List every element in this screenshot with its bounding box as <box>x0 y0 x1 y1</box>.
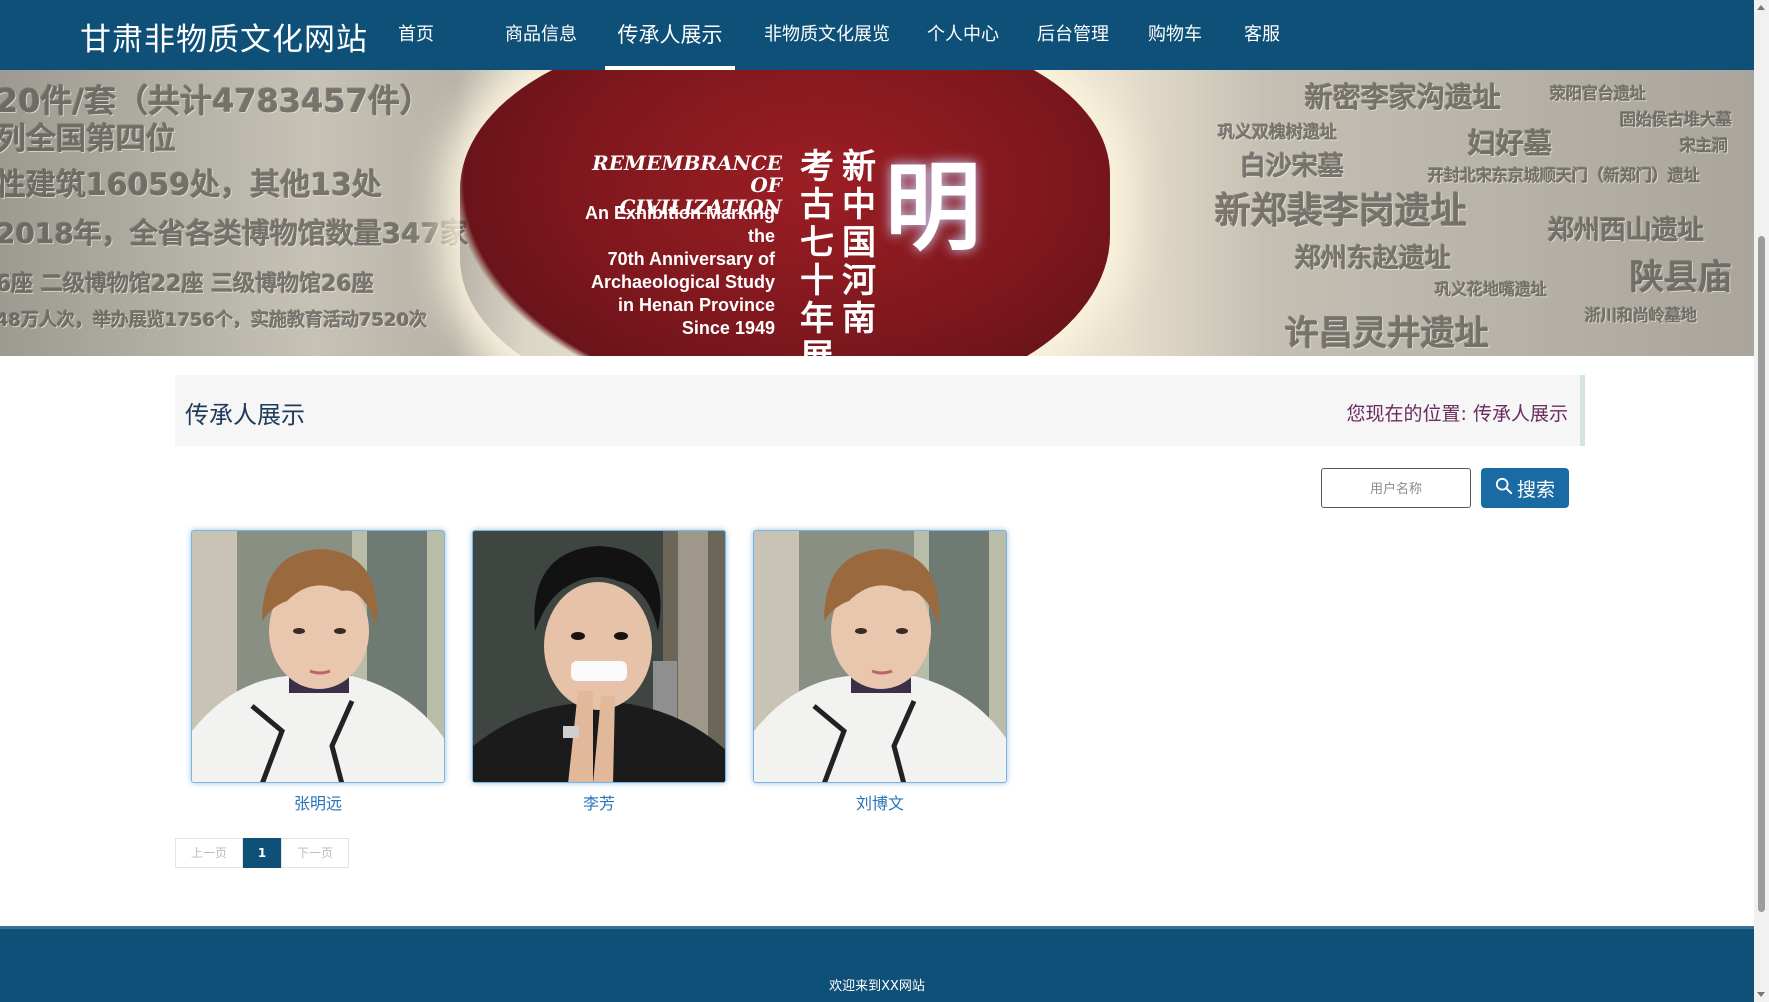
banner-subtitle-line: in Henan Province <box>617 295 775 315</box>
portrait-white-jacket-image <box>754 531 1006 782</box>
banner-english-title-line: REMEMBRANCE <box>592 151 782 175</box>
nav-item-cart[interactable]: 购物车 <box>1140 0 1210 70</box>
nav-item-exhibition[interactable]: 非物质文化展览 <box>762 0 892 70</box>
search-button-label: 搜索 <box>1516 478 1555 501</box>
nav-item-customer-service[interactable]: 客服 <box>1228 0 1296 70</box>
top-navbar: 甘肃非物质文化网站 首页 商品信息 传承人展示 非物质文化展览 个人中心 后台管… <box>0 0 1754 70</box>
breadcrumb-current[interactable]: 传承人展示 <box>1473 403 1568 425</box>
banner-wall-text: 郑州东赵遗址 <box>1295 244 1452 274</box>
banner-wall-text: 性建筑16059处，其他13处 <box>0 168 383 203</box>
inheritor-card-photo[interactable] <box>472 530 726 783</box>
banner-chinese-vertical-title: 考古七十年展 新中国河南 <box>800 148 880 356</box>
banner-wall-text: 新密李家沟遗址 <box>1305 81 1502 114</box>
inheritor-card-photo[interactable] <box>191 530 445 783</box>
pagination-prev-button[interactable]: 上一页 <box>175 838 243 868</box>
banner-wall-text: 巩义双槐树遗址 <box>1218 123 1337 143</box>
banner-wall-text: 2018年，全省各类博物馆数量347家 <box>0 217 469 250</box>
search-input[interactable] <box>1321 468 1471 508</box>
pagination: 上一页 1 下一页 <box>175 838 349 868</box>
banner-wall-text: 固始侯古堆大墓 <box>1620 110 1733 129</box>
inheritor-name[interactable]: 李芳 <box>472 790 726 814</box>
banner-wall-text: 郑州西山遗址 <box>1548 216 1705 246</box>
vertical-scrollbar[interactable] <box>1754 0 1769 1002</box>
banner-map-shape <box>460 70 1110 356</box>
banner-wall-text: 荥阳官台遗址 <box>1550 84 1647 103</box>
banner-chinese-column: 新中国河南 <box>842 147 876 339</box>
banner-subtitle-line: An Exhibition Marking the <box>584 203 775 246</box>
banner-wall-text: 48万人次，举办展览1756个，实施教育活动7520次 <box>0 310 428 331</box>
scroll-up-arrow-icon[interactable] <box>1757 5 1765 10</box>
page: 甘肃非物质文化网站 首页 商品信息 传承人展示 非物质文化展览 个人中心 后台管… <box>0 0 1769 1002</box>
banner-big-character: 明 <box>885 152 981 264</box>
site-title[interactable]: 甘肃非物质文化网站 <box>80 14 368 59</box>
pagination-page-button[interactable]: 1 <box>243 838 281 868</box>
inheritor-name[interactable]: 张明远 <box>191 790 445 814</box>
banner-wall-text: 新郑裴李岗遗址 <box>1215 191 1468 232</box>
banner-wall-text: 宋主涧 <box>1680 136 1729 155</box>
banner-wall-text: 巩义花地嘴遗址 <box>1435 280 1548 299</box>
inheritor-name[interactable]: 刘博文 <box>753 790 1007 814</box>
page-title: 传承人展示 <box>185 401 305 429</box>
scrollbar-thumb[interactable] <box>1758 236 1765 912</box>
portrait-black-shirt-image <box>473 531 725 782</box>
pagination-next-button[interactable]: 下一页 <box>281 838 349 868</box>
breadcrumb: 您现在的位置: 传承人展示 <box>1347 399 1568 426</box>
portrait-white-jacket-image <box>192 531 444 782</box>
search-icon <box>1495 477 1513 500</box>
banner-wall-text: 白沙宋墓 <box>1240 152 1345 182</box>
banner-wall-text: 开封北宋东京城顺天门（新郑门）遗址 <box>1428 166 1701 185</box>
banner-wall-text: 妇好墓 <box>1468 127 1553 160</box>
banner-wall-text: 浙川和尚岭墓地 <box>1585 306 1698 325</box>
banner-subtitle-line: 70th Anniversary of <box>607 249 775 269</box>
banner-wall-text: 6座 二级博物馆22座 三级博物馆26座 <box>0 272 374 297</box>
banner-wall-text: 陕县庙 <box>1630 258 1732 298</box>
banner-wall-text: 列全国第四位 <box>0 122 176 157</box>
banner-subtitle-line: Archaeological Study <box>590 272 775 292</box>
banner-subtitle-line: Since 1949 <box>681 318 775 338</box>
banner-chinese-column: 考古七十年展 <box>800 147 834 356</box>
nav-item-inheritors[interactable]: 传承人展示 <box>605 0 735 70</box>
footer: 欢迎来到XX网站 <box>0 926 1754 1002</box>
nav-item-products[interactable]: 商品信息 <box>496 0 586 70</box>
section-title-bar: 传承人展示 您现在的位置: 传承人展示 <box>175 375 1585 446</box>
nav-item-admin[interactable]: 后台管理 <box>1027 0 1119 70</box>
nav-item-home[interactable]: 首页 <box>380 0 452 70</box>
footer-text: 欢迎来到XX网站 <box>829 979 925 994</box>
breadcrumb-prefix: 您现在的位置: <box>1346 403 1467 425</box>
banner-wall-text: 许昌灵井遗址 <box>1285 314 1489 354</box>
search-button[interactable]: 搜索 <box>1481 468 1569 508</box>
banner-english-subtitle: An Exhibition Marking the 70th Anniversa… <box>565 202 775 340</box>
nav-item-personal-center[interactable]: 个人中心 <box>917 0 1009 70</box>
inheritor-card-photo[interactable] <box>753 530 1007 783</box>
banner-carousel[interactable]: 20件/套（共计4783457件） 列全国第四位 性建筑16059处，其他13处… <box>0 70 1754 356</box>
scroll-down-arrow-icon[interactable] <box>1757 992 1765 997</box>
